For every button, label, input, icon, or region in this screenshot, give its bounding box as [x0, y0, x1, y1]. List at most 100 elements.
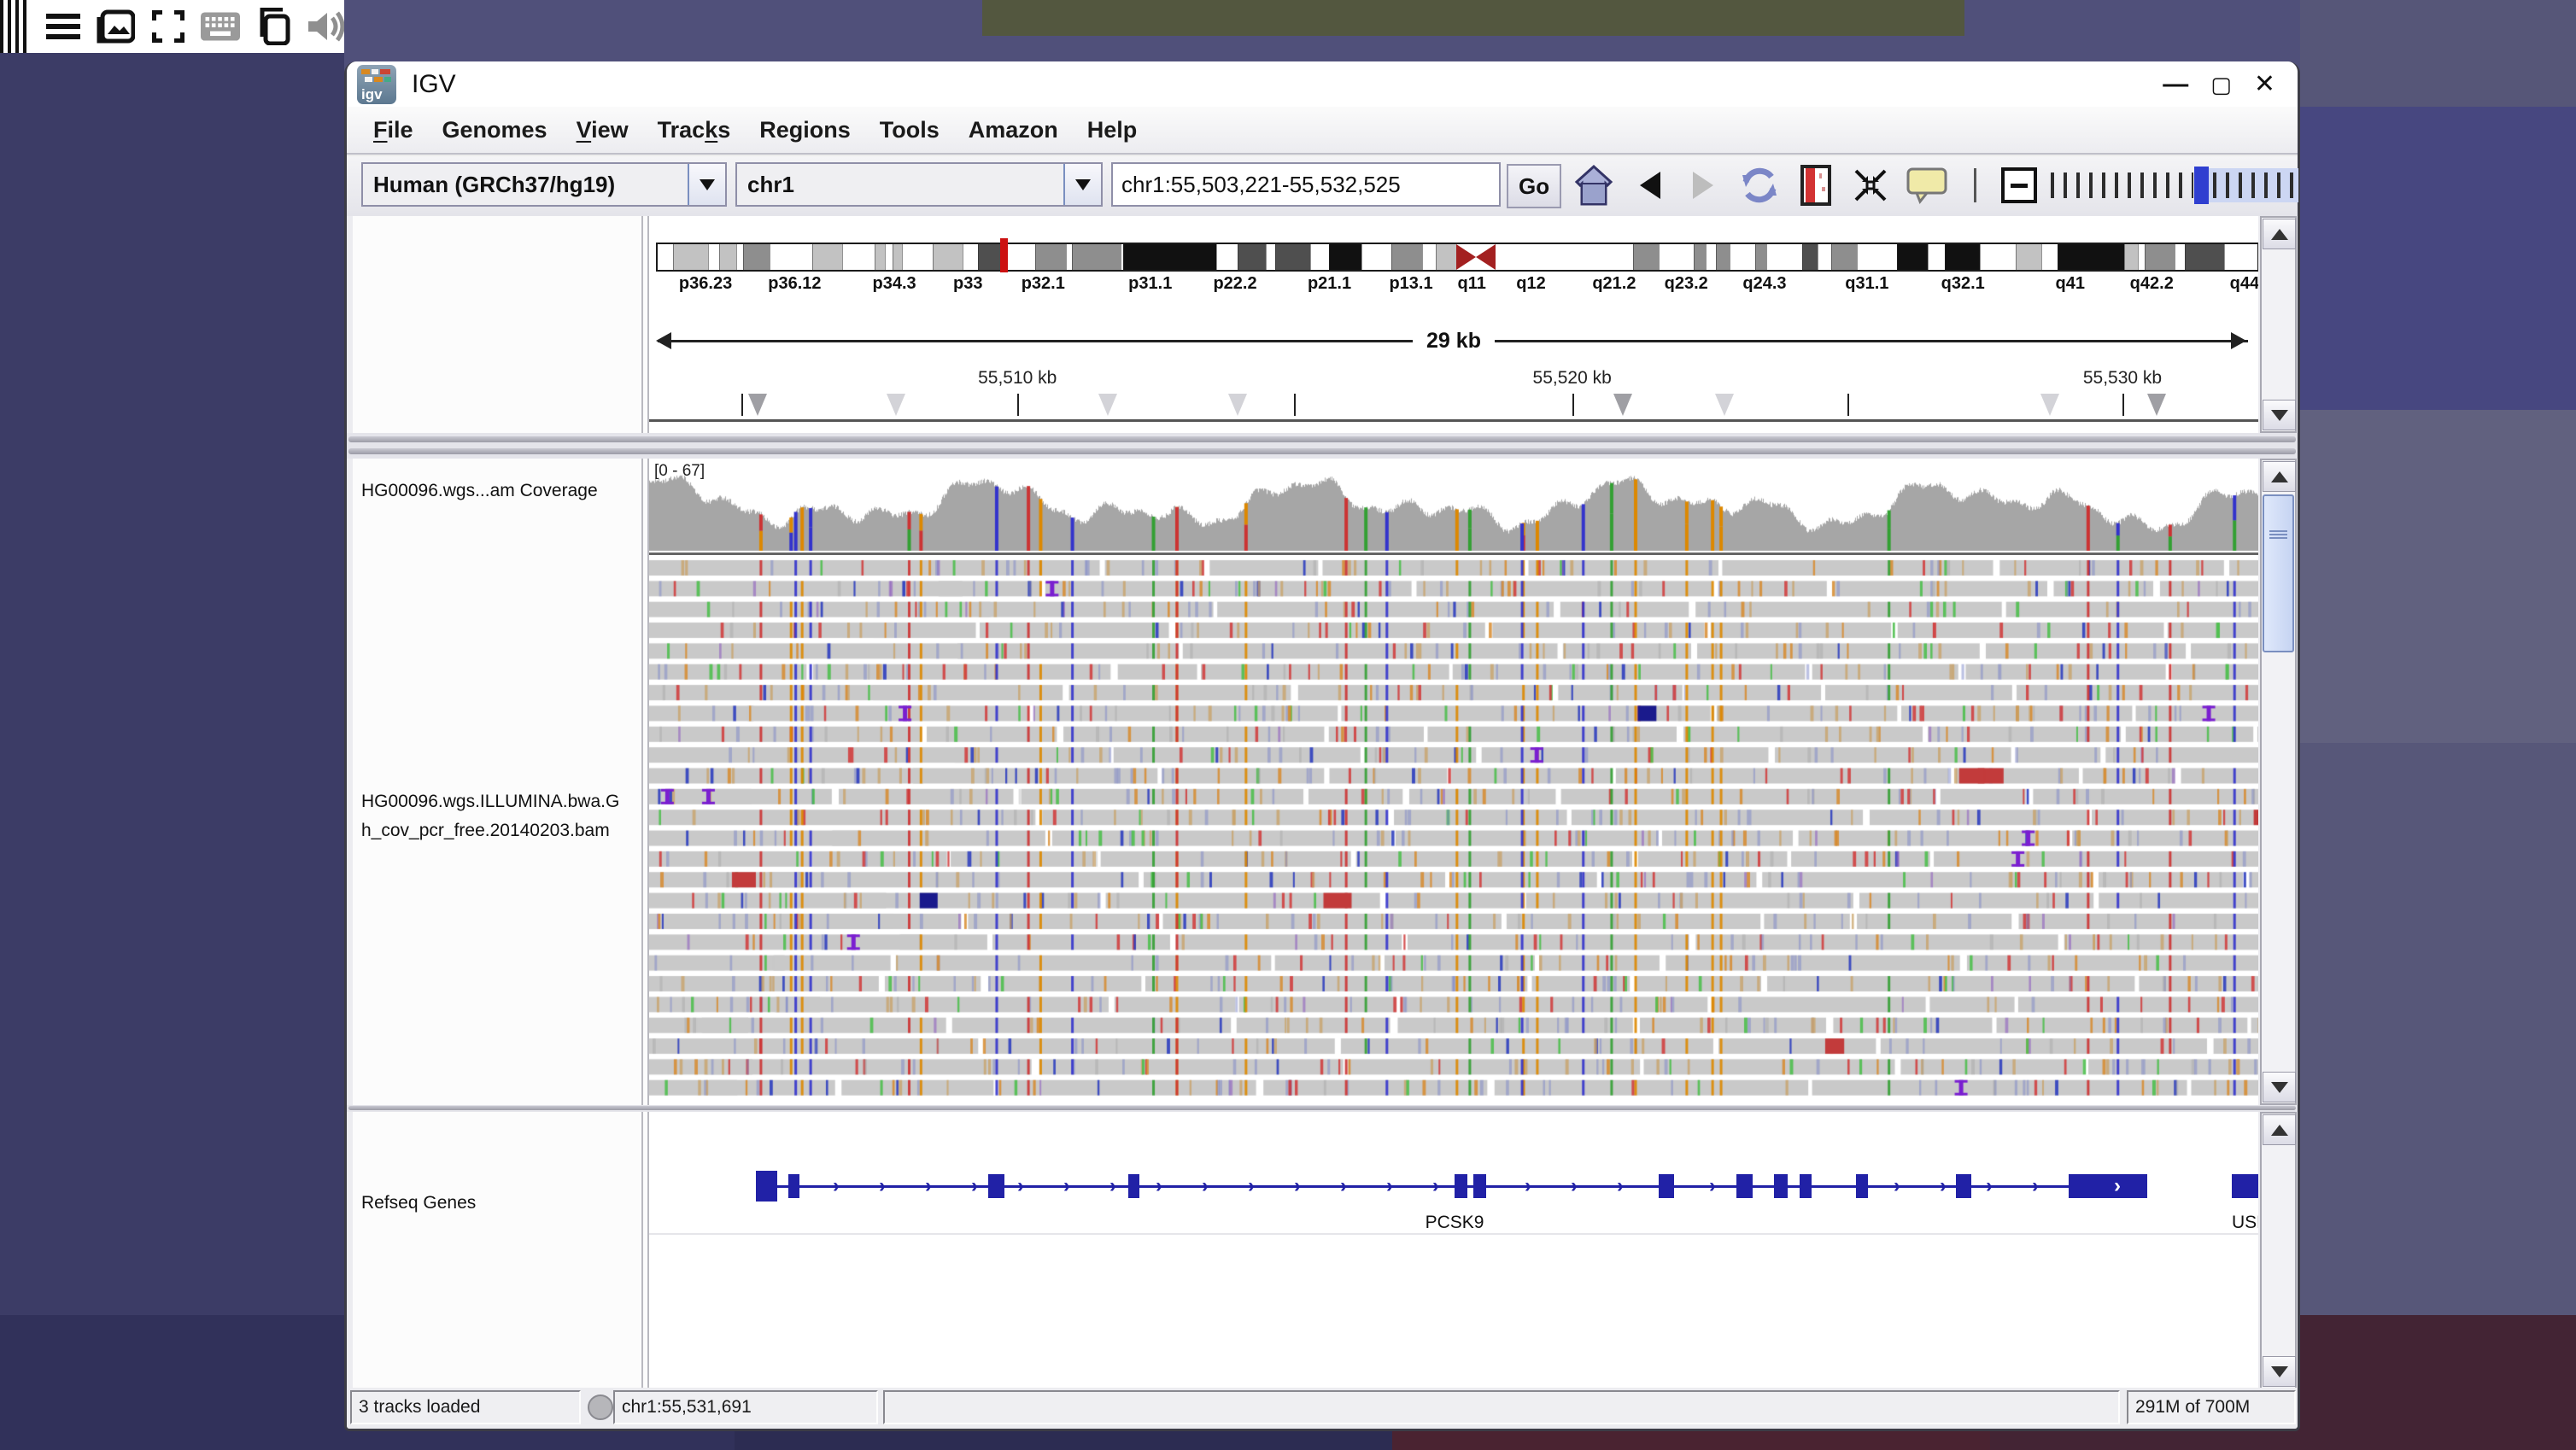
coverage-track-canvas[interactable] [649, 459, 2258, 553]
menu-amazon[interactable]: Amazon [954, 117, 1073, 143]
cytoband-segment [1694, 244, 1706, 270]
chromosome-ideogram[interactable] [656, 243, 2258, 272]
gene-label[interactable]: PCSK9 [1426, 1213, 1484, 1233]
menu-file[interactable]: File [359, 117, 428, 143]
panel-splitter[interactable] [347, 1105, 2298, 1112]
locus-input[interactable] [1113, 164, 1499, 205]
chromosome-panel: p36.23p36.12p34.3p33p32.1p31.1p22.2p21.1… [347, 216, 2298, 433]
ruler-tick-label: 55,530 kb [2083, 368, 2162, 389]
gene-exon[interactable] [1774, 1174, 1788, 1198]
clipboard-icon[interactable] [255, 7, 291, 46]
home-button[interactable] [1570, 161, 1618, 209]
desktop-block [982, 0, 1964, 36]
fit-to-window-button[interactable] [1847, 161, 1894, 209]
gene-data-area[interactable]: ›››››››››››››››››››››››PCSK9USP2 [649, 1112, 2258, 1389]
gene-exon[interactable] [2232, 1174, 2258, 1198]
alignment-panel-scrollbar[interactable] [2260, 459, 2297, 1105]
gene-exon[interactable] [1473, 1174, 1486, 1198]
message-status [883, 1390, 2120, 1424]
alignment-track-name-line2[interactable]: h_cov_pcr_free.20140203.bam [361, 821, 610, 841]
name-data-divider[interactable] [641, 1112, 649, 1389]
ruler-marker-icon [748, 394, 767, 416]
menu-icon[interactable] [45, 7, 80, 46]
cytoband-segment [736, 244, 742, 270]
forward-button[interactable] [1679, 161, 1727, 209]
minimize-button[interactable]: — [2163, 68, 2188, 101]
gene-exon[interactable] [1856, 1174, 1868, 1198]
menu-help[interactable]: Help [1073, 117, 1152, 143]
gene-exon[interactable] [756, 1171, 777, 1202]
name-data-divider[interactable] [641, 459, 649, 1105]
ruler-tick [1572, 394, 1574, 416]
scroll-down-button[interactable] [2263, 1356, 2296, 1387]
gene-exon[interactable] [988, 1174, 1004, 1198]
menu-regions[interactable]: Regions [745, 117, 865, 143]
scroll-up-button[interactable] [2263, 219, 2296, 249]
zoom-slider-track-right[interactable] [2209, 168, 2298, 202]
alignment-data-area[interactable]: [0 - 67] [649, 459, 2258, 1105]
chromosome-data-area[interactable]: p36.23p36.12p34.3p33p32.1p31.1p22.2p21.1… [649, 216, 2258, 433]
scrollbar-thumb[interactable] [2263, 494, 2294, 652]
gene-panel-scrollbar[interactable] [2260, 1112, 2297, 1389]
gene-panel: Refseq Genes ›››››››››››››››››››››››PCSK… [347, 1112, 2298, 1389]
zoom-slider-track[interactable] [2046, 168, 2193, 202]
scroll-up-button[interactable] [2263, 461, 2296, 492]
menu-genomes[interactable]: Genomes [428, 117, 562, 143]
gene-exon[interactable] [1800, 1174, 1812, 1198]
ruler-tick-label: 55,520 kb [1533, 368, 1612, 389]
close-button[interactable]: ✕ [2254, 68, 2275, 101]
alignment-track-name-line1[interactable]: HG00096.wgs.ILLUMINA.bwa.G [361, 792, 619, 812]
menu-tools[interactable]: Tools [865, 117, 954, 143]
back-button[interactable] [1626, 161, 1674, 209]
tooltip-behavior-button[interactable] [1903, 161, 1951, 209]
panel-splitter[interactable] [347, 433, 2298, 459]
zoom-out-button[interactable] [2001, 167, 2037, 203]
audio-icon[interactable] [307, 7, 344, 46]
coverage-track-name[interactable]: HG00096.wgs...am Coverage [361, 481, 598, 501]
maximize-button[interactable]: ▢ [2210, 68, 2232, 101]
gene-exon[interactable] [1956, 1174, 1971, 1198]
refseq-gene-track[interactable]: ›››››››››››››››››››››››PCSK9USP2 [649, 1112, 2258, 1389]
scroll-down-button[interactable] [2263, 1072, 2296, 1102]
status-bar: 3 tracks loaded chr1:55,531,691 291M of … [347, 1388, 2298, 1429]
fullscreen-icon[interactable] [150, 7, 185, 46]
chevron-down-icon[interactable] [1063, 164, 1101, 205]
zoom-slider-thumb[interactable] [2194, 167, 2209, 204]
status-indicator-icon [588, 1394, 613, 1420]
title-bar[interactable]: igv IGV —▢✕ [347, 61, 2298, 107]
gene-exon[interactable] [2069, 1174, 2147, 1198]
gene-track-name[interactable]: Refseq Genes [361, 1193, 476, 1213]
go-button[interactable]: Go [1507, 164, 1561, 208]
ruler-marker-icon [1715, 394, 1734, 416]
coverage-separator [649, 553, 2258, 555]
desktop: igv IGV —▢✕ FileGenomesViewTracksRegions… [0, 0, 2576, 1450]
gene-exon[interactable] [1455, 1174, 1467, 1198]
cytoband-segment [1766, 244, 1802, 270]
keyboard-icon[interactable] [201, 7, 240, 46]
scroll-down-button[interactable] [2263, 400, 2296, 430]
cytoband-segment [1496, 244, 1633, 270]
menu-view[interactable]: View [562, 117, 643, 143]
screenshot-icon[interactable] [96, 7, 135, 46]
gene-exon[interactable] [1128, 1174, 1139, 1198]
chevron-down-icon[interactable] [688, 164, 725, 205]
drag-grip-icon[interactable] [0, 0, 30, 53]
chromosome-select[interactable]: chr1 [735, 162, 1103, 207]
alignment-track-canvas[interactable] [649, 558, 2258, 1105]
cytoband-segment [2058, 244, 2125, 270]
scroll-up-button[interactable] [2263, 1114, 2296, 1145]
ruler-marker-icon [1098, 394, 1117, 416]
menu-tracks[interactable]: Tracks [643, 117, 746, 143]
cytoband-segment [893, 244, 902, 270]
name-data-divider[interactable] [641, 216, 649, 433]
region-of-interest-button[interactable] [1792, 161, 1840, 209]
refresh-button[interactable] [1736, 161, 1783, 209]
gene-exon[interactable] [788, 1174, 799, 1198]
chromosome-panel-scrollbar[interactable] [2260, 216, 2297, 433]
cytoband-segment [1361, 244, 1390, 270]
genome-select[interactable]: Human (GRCh37/hg19) [361, 162, 727, 207]
gene-label[interactable]: USP2 [2232, 1213, 2258, 1233]
gene-exon[interactable] [1736, 1174, 1753, 1198]
cytoband-segment [1391, 244, 1422, 270]
gene-exon[interactable] [1659, 1174, 1674, 1198]
